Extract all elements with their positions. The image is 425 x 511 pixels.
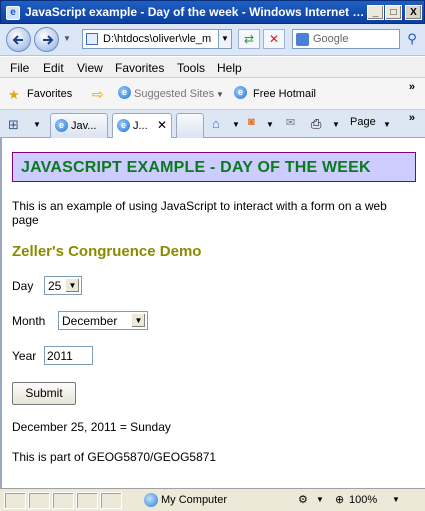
page-heading-box: JavaScript example - Day of the week: [12, 152, 416, 182]
window-titlebar: e JavaScript example - Day of the week -…: [0, 0, 425, 24]
page-menu-button[interactable]: Page: [350, 116, 376, 128]
menu-tools[interactable]: Tools: [177, 61, 205, 75]
history-dropdown-icon[interactable]: ▼: [63, 34, 71, 43]
ie-app-icon: e: [6, 6, 20, 20]
tab-2-active[interactable]: e J... ✕: [112, 113, 172, 138]
print-dropdown-icon[interactable]: ▼: [332, 120, 340, 129]
chevron-down-icon[interactable]: ▼: [131, 313, 146, 328]
favorites-star-icon[interactable]: ★: [8, 87, 20, 103]
forward-arrow-icon: [43, 35, 54, 45]
menu-file[interactable]: File: [10, 61, 29, 75]
search-field[interactable]: Google: [292, 29, 400, 49]
suggested-sites-link[interactable]: Suggested Sites: [134, 88, 214, 100]
forward-button[interactable]: [34, 27, 59, 52]
zoom-level[interactable]: 100%: [349, 494, 377, 506]
add-favorite-icon[interactable]: ⇨: [92, 86, 104, 103]
maximize-button[interactable]: □: [385, 5, 402, 20]
page-heading: JavaScript example - Day of the week: [21, 159, 371, 176]
month-label: Month: [12, 314, 46, 328]
minimize-button[interactable]: _: [367, 5, 384, 20]
my-computer-zone-icon: [144, 493, 158, 507]
feeds-icon[interactable]: ◙: [248, 116, 255, 128]
menu-help[interactable]: Help: [217, 61, 242, 75]
address-dropdown-button[interactable]: ▼: [218, 29, 232, 49]
zoom-icon[interactable]: ⊕: [335, 493, 344, 506]
page-dropdown-icon[interactable]: ▼: [383, 120, 391, 129]
status-pane: [76, 492, 98, 509]
status-pane: [100, 492, 122, 509]
menu-view[interactable]: View: [77, 61, 103, 75]
close-window-button[interactable]: X: [405, 5, 422, 20]
protected-mode-icon[interactable]: ⚙: [298, 493, 308, 506]
home-dropdown-icon[interactable]: ▼: [232, 120, 240, 129]
favorites-button[interactable]: Favorites: [27, 88, 72, 100]
print-icon[interactable]: ⎙: [311, 116, 321, 132]
protected-mode-dropdown-icon[interactable]: ▼: [316, 495, 324, 504]
submit-button[interactable]: Submit: [12, 382, 76, 405]
quick-tabs-icon[interactable]: ⊞: [8, 117, 19, 133]
status-pane: [4, 492, 26, 509]
month-select-value[interactable]: December: [62, 314, 117, 328]
result-text: December 25, 2011 = Sunday: [12, 420, 171, 434]
month-select[interactable]: December ▼: [58, 311, 148, 330]
tab-1[interactable]: e Jav...: [50, 113, 108, 138]
favorites-bar: ★ Favorites ⇨ e Suggested Sites ▼ e Free…: [0, 78, 425, 110]
menu-bar: File Edit View Favorites Tools Help: [0, 57, 425, 78]
page-content: JavaScript example - Day of the week Thi…: [0, 138, 425, 488]
security-zone-text: My Computer: [161, 494, 228, 506]
feeds-dropdown-icon[interactable]: ▼: [266, 120, 274, 129]
tab-2-label[interactable]: J...: [133, 120, 148, 132]
address-text[interactable]: D:\htdocs\oliver\vle_m: [103, 33, 218, 45]
stop-icon[interactable]: ✕: [263, 29, 285, 49]
tab-1-label[interactable]: Jav...: [71, 120, 96, 132]
address-field[interactable]: D:\htdocs\oliver\vle_m: [82, 29, 232, 49]
tab-list-dropdown-icon[interactable]: ▼: [33, 120, 41, 129]
ie-icon: e: [117, 119, 130, 132]
back-button[interactable]: [6, 27, 31, 52]
year-input[interactable]: 2011: [44, 346, 93, 365]
day-label: Day: [12, 279, 34, 293]
mail-icon[interactable]: ✉: [286, 116, 295, 129]
ie-icon: e: [55, 119, 68, 132]
search-icon[interactable]: ⚲: [402, 29, 422, 49]
demo-title: Zeller's Congruence Demo: [12, 243, 202, 260]
refresh-icon[interactable]: ⇄: [238, 29, 260, 49]
google-icon: [296, 33, 309, 46]
address-toolbar: ▼ D:\htdocs\oliver\vle_m ▼ ⇄ ✕ Google ⚲: [0, 24, 425, 56]
day-select-value[interactable]: 25: [48, 279, 61, 293]
status-pane: [28, 492, 50, 509]
back-arrow-icon: [12, 35, 23, 45]
window-title: JavaScript example - Day of the week - W…: [25, 5, 365, 19]
status-bar: My Computer ⚙ ▼ ⊕ 100% ▼: [0, 488, 425, 511]
chevron-down-icon[interactable]: ▼: [216, 90, 224, 99]
course-footnote: This is part of GEOG5870/GEOG5871: [12, 450, 217, 464]
new-tab-button[interactable]: [176, 113, 204, 138]
ie-icon: e: [118, 86, 131, 99]
menu-edit[interactable]: Edit: [43, 61, 64, 75]
menu-favorites[interactable]: Favorites: [115, 61, 164, 75]
intro-text: This is an example of using JavaScript t…: [12, 199, 387, 227]
close-tab-icon[interactable]: ✕: [157, 118, 167, 132]
status-pane: [52, 492, 74, 509]
free-hotmail-link[interactable]: Free Hotmail: [253, 88, 316, 100]
zoom-dropdown-icon[interactable]: ▼: [392, 495, 400, 504]
commands-more-icon[interactable]: »: [409, 112, 415, 124]
chevron-down-icon[interactable]: ▼: [65, 278, 80, 293]
ie-icon: e: [234, 86, 247, 99]
favorites-more-icon[interactable]: »: [409, 81, 415, 93]
tab-bar: ⊞ ▼ e Jav... e J... ✕ ⌂ ▼ ◙ ▼ ✉ ⎙ ▼ Page…: [0, 110, 425, 138]
day-select[interactable]: 25 ▼: [44, 276, 82, 295]
home-icon[interactable]: ⌂: [212, 116, 220, 131]
search-placeholder[interactable]: Google: [313, 33, 348, 45]
year-input-value[interactable]: 2011: [47, 349, 73, 363]
page-icon: [86, 33, 98, 45]
year-label: Year: [12, 349, 37, 363]
